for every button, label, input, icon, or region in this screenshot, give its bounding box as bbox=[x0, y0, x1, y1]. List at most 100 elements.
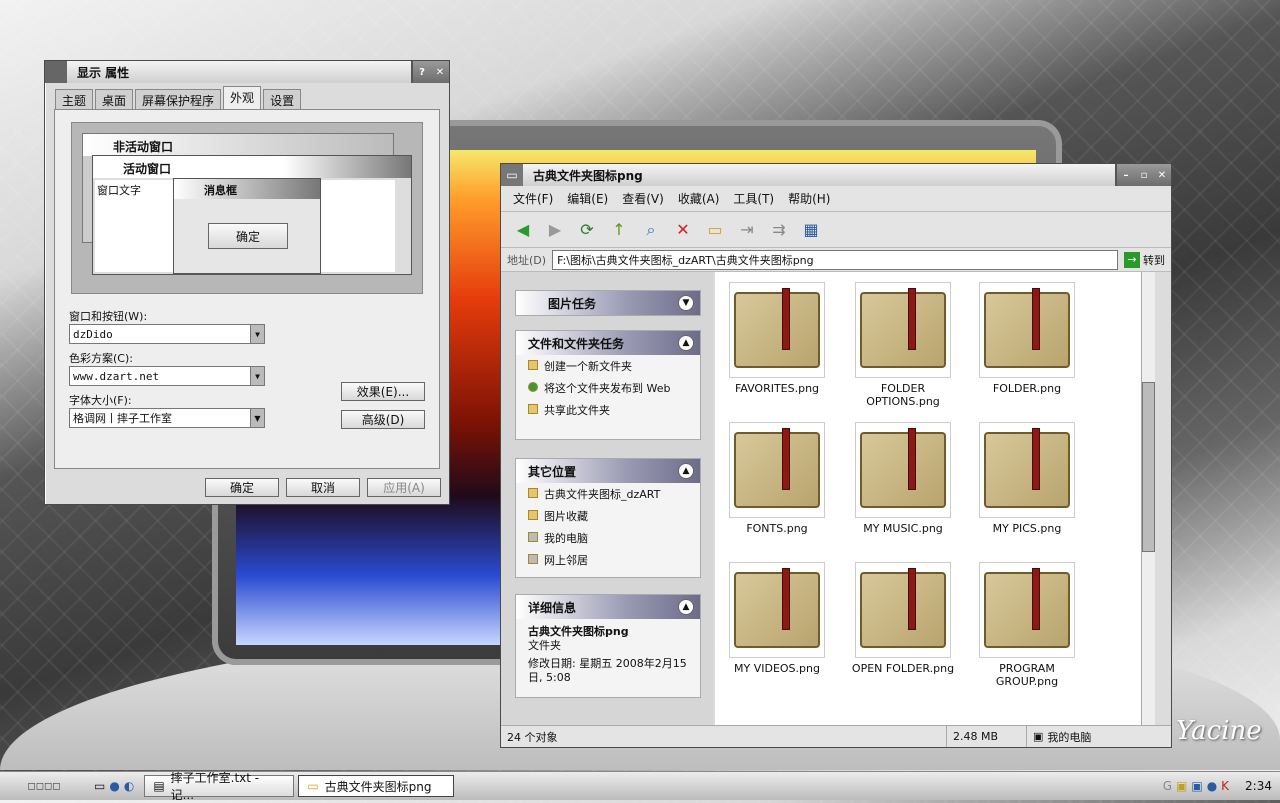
details-title: 详细信息 bbox=[528, 600, 577, 615]
address-input[interactable]: F:\图标\古典文件夹图标_dzART\古典文件夹图标png bbox=[552, 249, 1118, 270]
clock[interactable]: 2:34 bbox=[1245, 779, 1272, 793]
move-to-icon[interactable]: ⇥ bbox=[735, 218, 759, 242]
font-size-select[interactable]: 格调网丨摔子工作室 ▼ bbox=[69, 408, 265, 428]
file-name: FOLDER OPTIONS.png bbox=[866, 382, 940, 408]
advanced-button[interactable]: 高级(D) bbox=[341, 410, 425, 429]
collapse-icon[interactable]: ▲ bbox=[678, 599, 694, 615]
chevron-down-icon[interactable]: ▼ bbox=[250, 409, 264, 427]
window-icon bbox=[45, 61, 67, 83]
file-name: MY VIDEOS.png bbox=[734, 662, 820, 675]
color-scheme-label: 色彩方案(C): bbox=[69, 352, 133, 365]
apply-button[interactable]: 应用(A) bbox=[367, 478, 441, 497]
tray-icon[interactable]: ▣ bbox=[1176, 779, 1187, 793]
vertical-scrollbar[interactable] bbox=[1141, 272, 1155, 727]
menu-file[interactable]: 文件(F) bbox=[513, 190, 553, 207]
search-icon[interactable]: ⌕ bbox=[639, 218, 663, 242]
file-item[interactable]: FOLDER.png bbox=[967, 282, 1087, 395]
tray-icon[interactable]: ▣ bbox=[1191, 779, 1202, 793]
file-thumbnail bbox=[729, 282, 825, 378]
signature: Yacine bbox=[1176, 716, 1262, 746]
delete-icon[interactable]: ✕ bbox=[671, 218, 695, 242]
go-button[interactable]: → 转到 bbox=[1124, 251, 1165, 268]
menu-view[interactable]: 查看(V) bbox=[622, 190, 664, 207]
picture-tasks-title: 图片任务 bbox=[548, 296, 597, 311]
menu-help[interactable]: 帮助(H) bbox=[788, 190, 830, 207]
picture-tasks-section: 图片任务 ▼ bbox=[515, 290, 701, 316]
task-publish-web[interactable]: 将这个文件夹发布到 Web bbox=[516, 377, 700, 399]
ok-button[interactable]: 确定 bbox=[205, 478, 279, 497]
file-item[interactable]: MY MUSIC.png bbox=[843, 422, 963, 535]
folder-icon bbox=[528, 488, 538, 498]
minimize-button[interactable]: – bbox=[1117, 166, 1135, 184]
tray-icon[interactable]: G bbox=[1163, 779, 1172, 793]
status-count: 24 个对象 bbox=[501, 726, 947, 747]
file-item[interactable]: MY PICS.png bbox=[967, 422, 1087, 535]
place-my-computer-label: 我的电脑 bbox=[544, 532, 588, 545]
place-network[interactable]: 网上邻居 bbox=[516, 549, 700, 571]
help-button[interactable]: ? bbox=[413, 63, 431, 81]
views-icon[interactable]: ▦ bbox=[799, 218, 823, 242]
taskbar-item-explorer-label: 古典文件夹图标png bbox=[324, 779, 432, 794]
close-button[interactable]: ✕ bbox=[431, 63, 449, 81]
chevron-down-icon[interactable]: ▼ bbox=[250, 367, 264, 385]
scrollbar-thumb[interactable] bbox=[1142, 382, 1155, 552]
computer-icon bbox=[528, 532, 538, 542]
menu-edit[interactable]: 编辑(E) bbox=[567, 190, 608, 207]
menu-favorites[interactable]: 收藏(A) bbox=[678, 190, 720, 207]
tray-icon[interactable]: ● bbox=[1207, 779, 1217, 793]
font-size-value: 格调网丨摔子工作室 bbox=[73, 412, 172, 425]
task-share-folder[interactable]: 共享此文件夹 bbox=[516, 399, 700, 421]
preview-active-title: 活动窗口 bbox=[93, 156, 411, 178]
task-new-folder[interactable]: 创建一个新文件夹 bbox=[516, 355, 700, 377]
collapse-icon[interactable]: ▲ bbox=[678, 463, 694, 479]
explorer-titlebar[interactable]: ▭ 古典文件夹图标png – ▫ ✕ bbox=[501, 164, 1171, 186]
network-icon bbox=[528, 554, 538, 564]
folders-icon[interactable]: ▭ bbox=[703, 218, 727, 242]
file-item[interactable]: OPEN FOLDER.png bbox=[843, 562, 963, 675]
file-item[interactable]: FAVORITES.png bbox=[717, 282, 837, 395]
tab-appearance[interactable]: 外观 bbox=[223, 86, 262, 111]
display-properties-titlebar[interactable]: 显示 属性 ? ✕ bbox=[45, 61, 449, 83]
refresh-icon[interactable]: ⟳ bbox=[575, 218, 599, 242]
file-thumbnail bbox=[979, 282, 1075, 378]
taskbar-item-explorer[interactable]: ▭ 古典文件夹图标png bbox=[298, 775, 455, 797]
messenger-icon[interactable]: ● bbox=[109, 779, 119, 793]
picture-tasks-header[interactable]: 图片任务 ▼ bbox=[516, 291, 700, 315]
desktop-icon[interactable]: ▭ bbox=[94, 779, 105, 793]
antivirus-icon[interactable]: K bbox=[1221, 779, 1229, 793]
browser-icon[interactable]: ◐ bbox=[124, 779, 134, 793]
go-label: 转到 bbox=[1143, 253, 1165, 267]
back-icon[interactable]: ◀ bbox=[511, 218, 535, 242]
file-thumbnail bbox=[729, 422, 825, 518]
file-name: PROGRAM GROUP.png bbox=[995, 662, 1059, 688]
taskbar-item-notepad[interactable]: ▤ 摔子工作室.txt - 记... bbox=[144, 771, 295, 802]
file-item[interactable]: FOLDER OPTIONS.png bbox=[843, 282, 963, 408]
windows-buttons-select[interactable]: dzDido ▼ bbox=[69, 324, 265, 344]
file-item[interactable]: MY VIDEOS.png bbox=[717, 562, 837, 675]
expand-icon[interactable]: ▼ bbox=[678, 295, 694, 311]
taskbar: ◻◻◻◻ ▭ ● ◐ ▤ 摔子工作室.txt - 记... ▭ 古典文件夹图标png… bbox=[0, 771, 1280, 802]
task-share-folder-label: 共享此文件夹 bbox=[544, 404, 610, 417]
place-my-computer[interactable]: 我的电脑 bbox=[516, 527, 700, 549]
details-header[interactable]: 详细信息 ▲ bbox=[516, 595, 700, 619]
cancel-button[interactable]: 取消 bbox=[286, 478, 360, 497]
file-tasks-header[interactable]: 文件和文件夹任务 ▲ bbox=[516, 331, 700, 355]
file-item[interactable]: FONTS.png bbox=[717, 422, 837, 535]
effects-button[interactable]: 效果(E)... bbox=[341, 382, 425, 401]
copy-to-icon[interactable]: ⇉ bbox=[767, 218, 791, 242]
chevron-down-icon[interactable]: ▼ bbox=[250, 325, 264, 343]
other-places-header[interactable]: 其它位置 ▲ bbox=[516, 459, 700, 483]
menu-tools[interactable]: 工具(T) bbox=[733, 190, 774, 207]
up-folder-icon[interactable]: ↑ bbox=[607, 218, 631, 242]
forward-icon[interactable]: ▶ bbox=[543, 218, 567, 242]
close-button[interactable]: ✕ bbox=[1153, 166, 1171, 184]
place-parent-folder[interactable]: 古典文件夹图标_dzART bbox=[516, 483, 700, 505]
start-button[interactable]: ◻◻◻◻ bbox=[0, 772, 88, 800]
collapse-icon[interactable]: ▲ bbox=[678, 335, 694, 351]
maximize-button[interactable]: ▫ bbox=[1135, 166, 1153, 184]
details-section: 详细信息 ▲ 古典文件夹图标png 文件夹 修改日期: 星期五 2008年2月15… bbox=[515, 594, 701, 698]
place-my-pictures[interactable]: 图片收藏 bbox=[516, 505, 700, 527]
file-item[interactable]: PROGRAM GROUP.png bbox=[967, 562, 1087, 688]
file-view: FAVORITES.png FOLDER OPTIONS.png FOLDER.… bbox=[715, 272, 1155, 727]
color-scheme-select[interactable]: www.dzart.net ▼ bbox=[69, 366, 265, 386]
